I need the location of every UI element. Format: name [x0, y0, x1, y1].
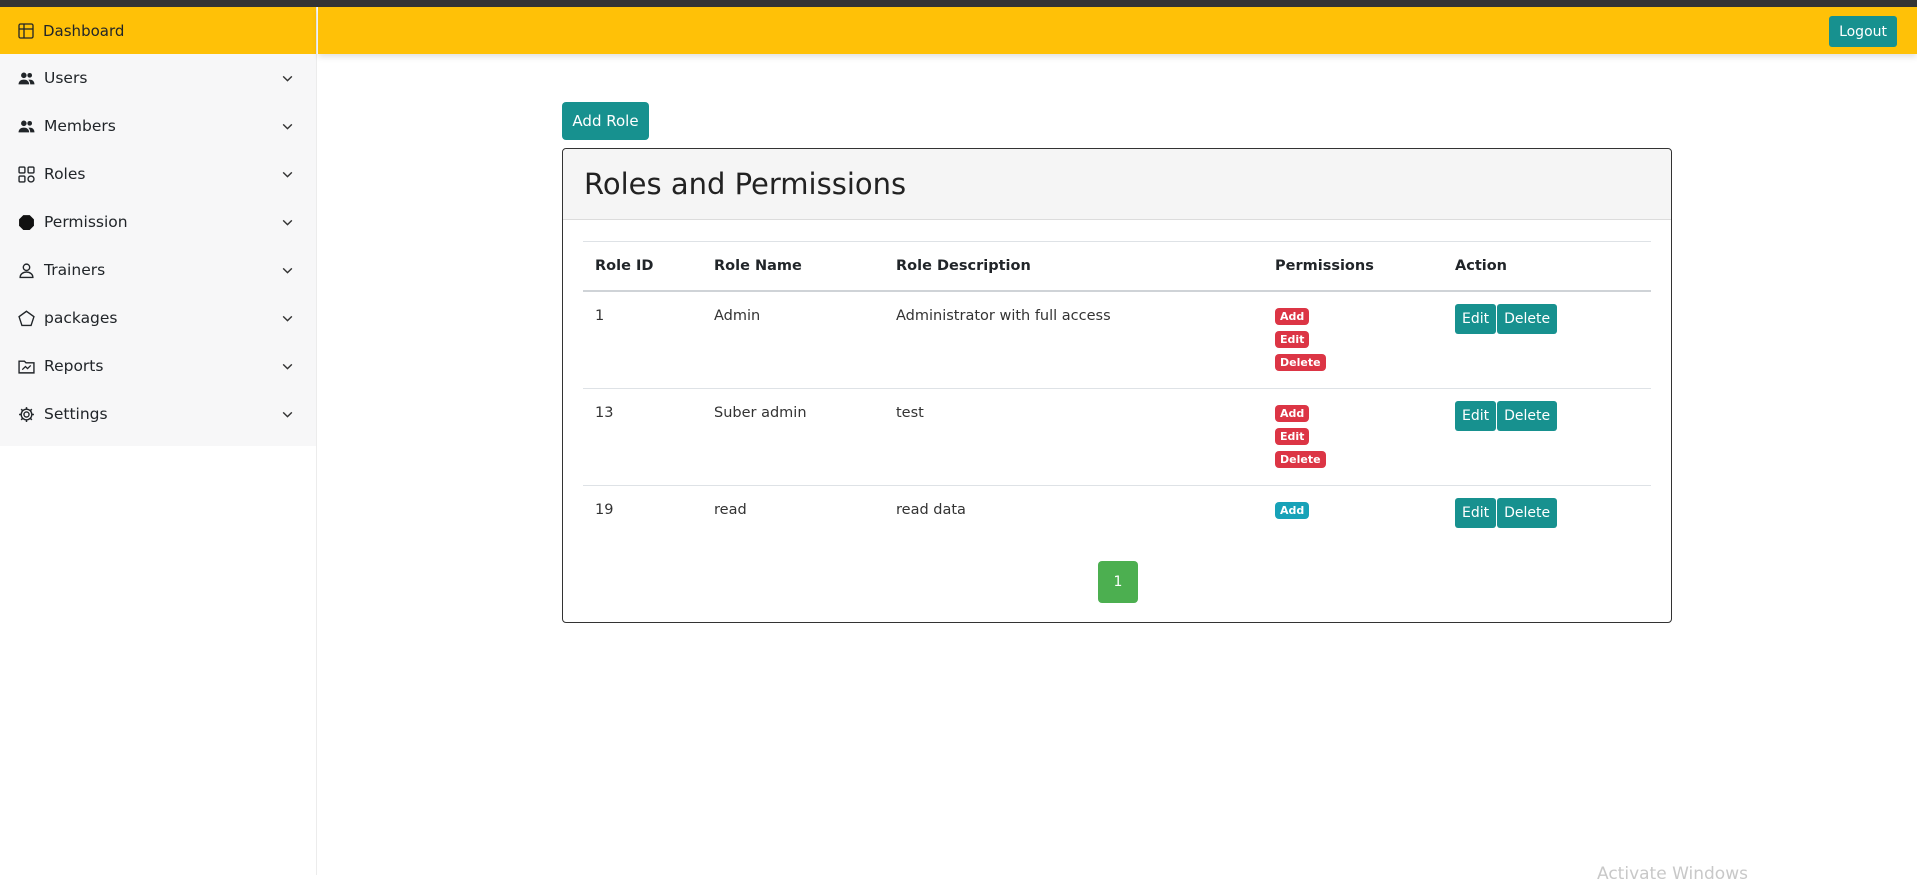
column-header-permissions: Permissions — [1275, 258, 1374, 274]
permission-badge: Edit — [1275, 427, 1310, 445]
permission-badge: Edit — [1275, 331, 1310, 348]
sidebar-dashboard-label: Dashboard — [43, 21, 125, 40]
sidebar-item-reports[interactable]: Reports — [0, 342, 316, 390]
sidebar: Dashboard Users Members Roles Permission… — [0, 7, 317, 875]
pentagon-icon — [18, 309, 35, 327]
folder-icon — [18, 358, 35, 375]
sidebar-item-users[interactable]: Users — [0, 54, 316, 102]
top-navbar: Logout — [318, 7, 1917, 54]
sidebar-dashboard[interactable]: Dashboard — [0, 7, 316, 54]
sidebar-item-label: packages — [44, 309, 118, 327]
person-icon — [18, 262, 35, 279]
cell-role-name: read — [714, 501, 747, 518]
chevron-down-icon — [281, 264, 294, 277]
roles-card: Roles and Permissions Role ID Role Name … — [562, 148, 1672, 623]
cell-role-id: 13 — [595, 404, 614, 421]
chevron-down-icon — [281, 168, 294, 181]
sidebar-item-label: Reports — [44, 357, 104, 375]
permission-badge: Add — [1275, 308, 1310, 325]
page-title: Roles and Permissions — [584, 167, 907, 201]
edit-button[interactable]: Edit — [1455, 304, 1497, 334]
users-icon — [18, 70, 35, 87]
column-header-role-name: Role Name — [714, 258, 802, 274]
cell-actions: Edit Delete — [1443, 485, 1651, 575]
column-header-role-description: Role Description — [896, 258, 1031, 274]
roles-grid-icon — [18, 165, 35, 183]
sidebar-item-label: Trainers — [44, 261, 106, 279]
octagon-icon — [18, 214, 35, 231]
windows-activation-watermark: Activate Windows — [1597, 864, 1748, 884]
permission-badge: Add — [1275, 501, 1310, 519]
sidebar-item-label: Members — [44, 117, 116, 135]
column-header-role-id: Role ID — [595, 258, 654, 274]
roles-table-wrap: Role ID Role Name Role Description Permi… — [583, 241, 1651, 575]
table-row: 13 Suber admin test Add Edit Delete Edit… — [583, 388, 1651, 485]
chevron-down-icon — [281, 312, 294, 325]
chevron-down-icon — [281, 408, 294, 421]
table-header-row: Role ID Role Name Role Description Permi… — [583, 241, 1651, 291]
table-icon — [18, 22, 34, 39]
cell-actions: Edit Delete — [1443, 291, 1651, 388]
delete-button[interactable]: Delete — [1497, 497, 1558, 528]
sidebar-item-permission[interactable]: Permission — [0, 198, 316, 246]
cell-permissions: Add Edit Delete — [1263, 291, 1443, 388]
sidebar-item-label: Roles — [44, 165, 86, 183]
chevron-down-icon — [281, 120, 294, 133]
sidebar-item-label: Users — [44, 69, 88, 87]
edit-button[interactable]: Edit — [1455, 400, 1497, 431]
sidebar-item-trainers[interactable]: Trainers — [0, 246, 316, 294]
column-header-action: Action — [1455, 258, 1508, 274]
cell-permissions: Add Edit Delete — [1263, 388, 1443, 485]
chevron-down-icon — [281, 72, 294, 85]
cell-role-description: read data — [896, 501, 966, 518]
chevron-down-icon — [281, 360, 294, 373]
table-row: 1 Admin Administrator with full access A… — [583, 291, 1651, 388]
card-header: Roles and Permissions — [563, 149, 1671, 220]
sidebar-item-packages[interactable]: packages — [0, 294, 316, 342]
permission-badge: Add — [1275, 404, 1310, 422]
pagination-page-button[interactable]: 1 — [1098, 561, 1138, 603]
add-role-button[interactable]: Add Role — [562, 102, 649, 140]
sidebar-menu: Users Members Roles Permission Trainers … — [0, 54, 316, 446]
sidebar-item-members[interactable]: Members — [0, 102, 316, 150]
cell-role-description: test — [896, 404, 924, 421]
top-strip — [0, 0, 1917, 7]
cell-role-name: Suber admin — [714, 404, 807, 421]
permission-badge: Delete — [1275, 450, 1326, 468]
cell-permissions: Add — [1263, 485, 1443, 575]
sidebar-item-label: Settings — [44, 405, 108, 423]
cell-role-name: Admin — [714, 308, 761, 324]
sidebar-item-settings[interactable]: Settings — [0, 390, 316, 438]
roles-table: Role ID Role Name Role Description Permi… — [583, 241, 1651, 575]
users-icon — [18, 118, 35, 135]
permission-badge: Delete — [1275, 354, 1326, 371]
cell-role-id: 19 — [595, 501, 614, 518]
sidebar-item-roles[interactable]: Roles — [0, 150, 316, 198]
edit-button[interactable]: Edit — [1455, 497, 1497, 528]
chevron-down-icon — [281, 216, 294, 229]
delete-button[interactable]: Delete — [1497, 304, 1558, 334]
delete-button[interactable]: Delete — [1497, 400, 1558, 431]
cell-actions: Edit Delete — [1443, 388, 1651, 485]
cell-role-description: Administrator with full access — [896, 308, 1111, 324]
cell-role-id: 1 — [595, 308, 605, 324]
gear-icon — [18, 406, 35, 423]
sidebar-item-label: Permission — [44, 213, 128, 231]
logout-button[interactable]: Logout — [1829, 16, 1897, 47]
